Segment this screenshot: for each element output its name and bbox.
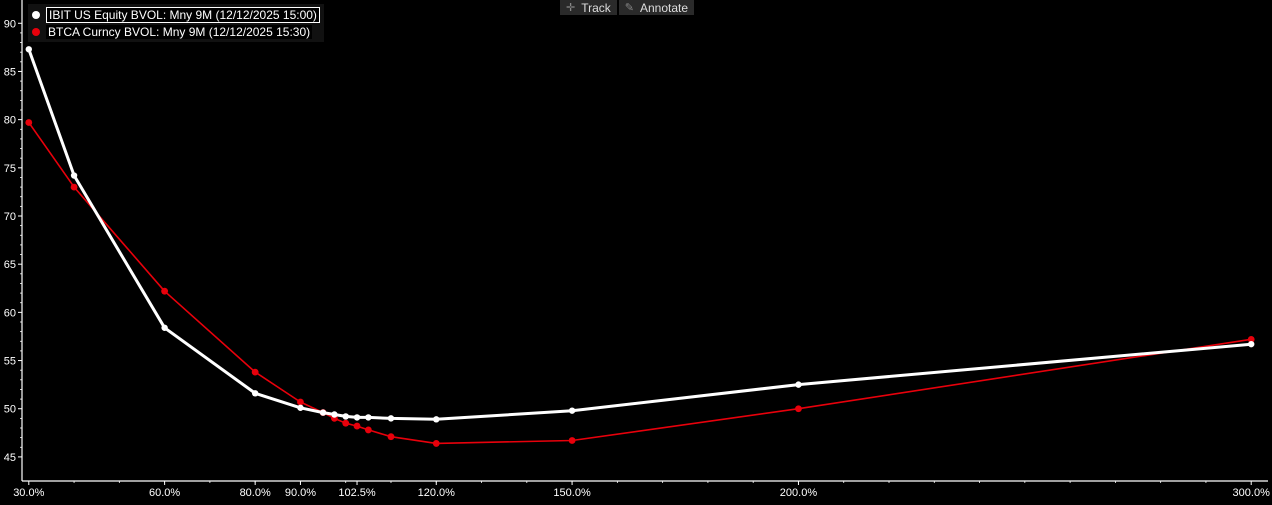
data-point-ibit[interactable] bbox=[25, 46, 32, 53]
data-point-ibit[interactable] bbox=[251, 390, 259, 397]
y-tick-label: 80 bbox=[4, 115, 16, 127]
x-tick-label: 60.0% bbox=[149, 487, 180, 499]
y-tick-label: 90 bbox=[4, 18, 16, 30]
pencil-icon: ✎ bbox=[624, 2, 634, 14]
x-tick-label: 120.0% bbox=[418, 487, 456, 499]
data-point-ibit[interactable] bbox=[568, 407, 576, 414]
x-tick-label: 30.0% bbox=[13, 487, 44, 499]
data-point-btca[interactable] bbox=[795, 405, 802, 413]
data-point-ibit[interactable] bbox=[353, 414, 361, 421]
x-tick-label: 300.0% bbox=[1233, 487, 1271, 499]
y-tick-label: 70 bbox=[4, 211, 16, 223]
data-point-btca[interactable] bbox=[342, 419, 350, 427]
data-point-btca[interactable] bbox=[297, 398, 304, 406]
legend-item-btca[interactable]: BTCA Curncy BVOL: Mny 9M (12/12/2025 15:… bbox=[32, 23, 320, 40]
x-tick-label: 200.0% bbox=[780, 487, 818, 499]
y-tick-label: 45 bbox=[4, 452, 16, 464]
legend-item-ibit[interactable]: IBIT US Equity BVOL: Mny 9M (12/12/2025 … bbox=[32, 6, 320, 23]
x-tick-label: 102.5% bbox=[338, 487, 376, 499]
y-tick-label: 75 bbox=[4, 163, 16, 175]
legend-marker-ibit bbox=[32, 10, 40, 19]
data-point-btca[interactable] bbox=[387, 433, 395, 441]
data-point-btca[interactable] bbox=[353, 422, 361, 430]
data-point-btca[interactable] bbox=[364, 426, 372, 434]
data-point-btca[interactable] bbox=[251, 368, 259, 376]
track-button[interactable]: ✛ Track bbox=[560, 0, 617, 15]
smile-chart: 45 50 55 60 65 70 75 80 85 90 30.0% 60.0% 80.0% 90.0… bbox=[0, 0, 1272, 505]
y-tick-label: 65 bbox=[4, 259, 16, 271]
y-tick-label: 60 bbox=[4, 307, 16, 319]
data-point-ibit[interactable] bbox=[795, 381, 802, 388]
data-point-ibit[interactable] bbox=[433, 416, 440, 423]
data-point-btca[interactable] bbox=[568, 437, 576, 444]
data-point-btca[interactable] bbox=[25, 119, 33, 126]
data-point-ibit[interactable] bbox=[297, 404, 304, 411]
data-point-ibit[interactable] bbox=[1248, 340, 1255, 348]
crosshair-icon: ✛ bbox=[566, 2, 576, 14]
x-tick-label: 80.0% bbox=[240, 487, 271, 499]
legend-marker-btca bbox=[32, 27, 40, 36]
x-tick-label: 150.0% bbox=[553, 487, 591, 499]
data-point-ibit[interactable] bbox=[161, 324, 168, 331]
chart-background bbox=[0, 0, 1272, 505]
y-tick-label: 85 bbox=[4, 66, 16, 78]
legend: IBIT US Equity BVOL: Mny 9M (12/12/2025 … bbox=[28, 4, 324, 42]
y-tick-label: 50 bbox=[4, 404, 16, 416]
data-point-btca[interactable] bbox=[161, 287, 169, 295]
track-label: Track bbox=[581, 0, 611, 15]
data-point-ibit[interactable] bbox=[319, 409, 327, 416]
legend-label-btca: BTCA Curncy BVOL: Mny 9M (12/12/2025 15:… bbox=[46, 24, 313, 39]
data-point-btca[interactable] bbox=[432, 440, 440, 447]
chart-toolbar: ✛ Track ✎ Annotate bbox=[560, 0, 695, 15]
y-tick-label: 55 bbox=[4, 356, 16, 368]
annotate-button[interactable]: ✎ Annotate bbox=[618, 0, 695, 15]
data-point-ibit[interactable] bbox=[342, 413, 349, 420]
x-tick-label: 90.0% bbox=[285, 487, 316, 499]
data-point-btca[interactable] bbox=[70, 183, 78, 191]
legend-label-ibit: IBIT US Equity BVOL: Mny 9M (12/12/2025 … bbox=[46, 6, 320, 23]
data-point-ibit[interactable] bbox=[365, 414, 372, 421]
data-point-ibit[interactable] bbox=[70, 172, 78, 179]
annotate-label: Annotate bbox=[640, 0, 689, 15]
data-point-ibit[interactable] bbox=[331, 411, 338, 418]
data-point-ibit[interactable] bbox=[387, 415, 395, 422]
